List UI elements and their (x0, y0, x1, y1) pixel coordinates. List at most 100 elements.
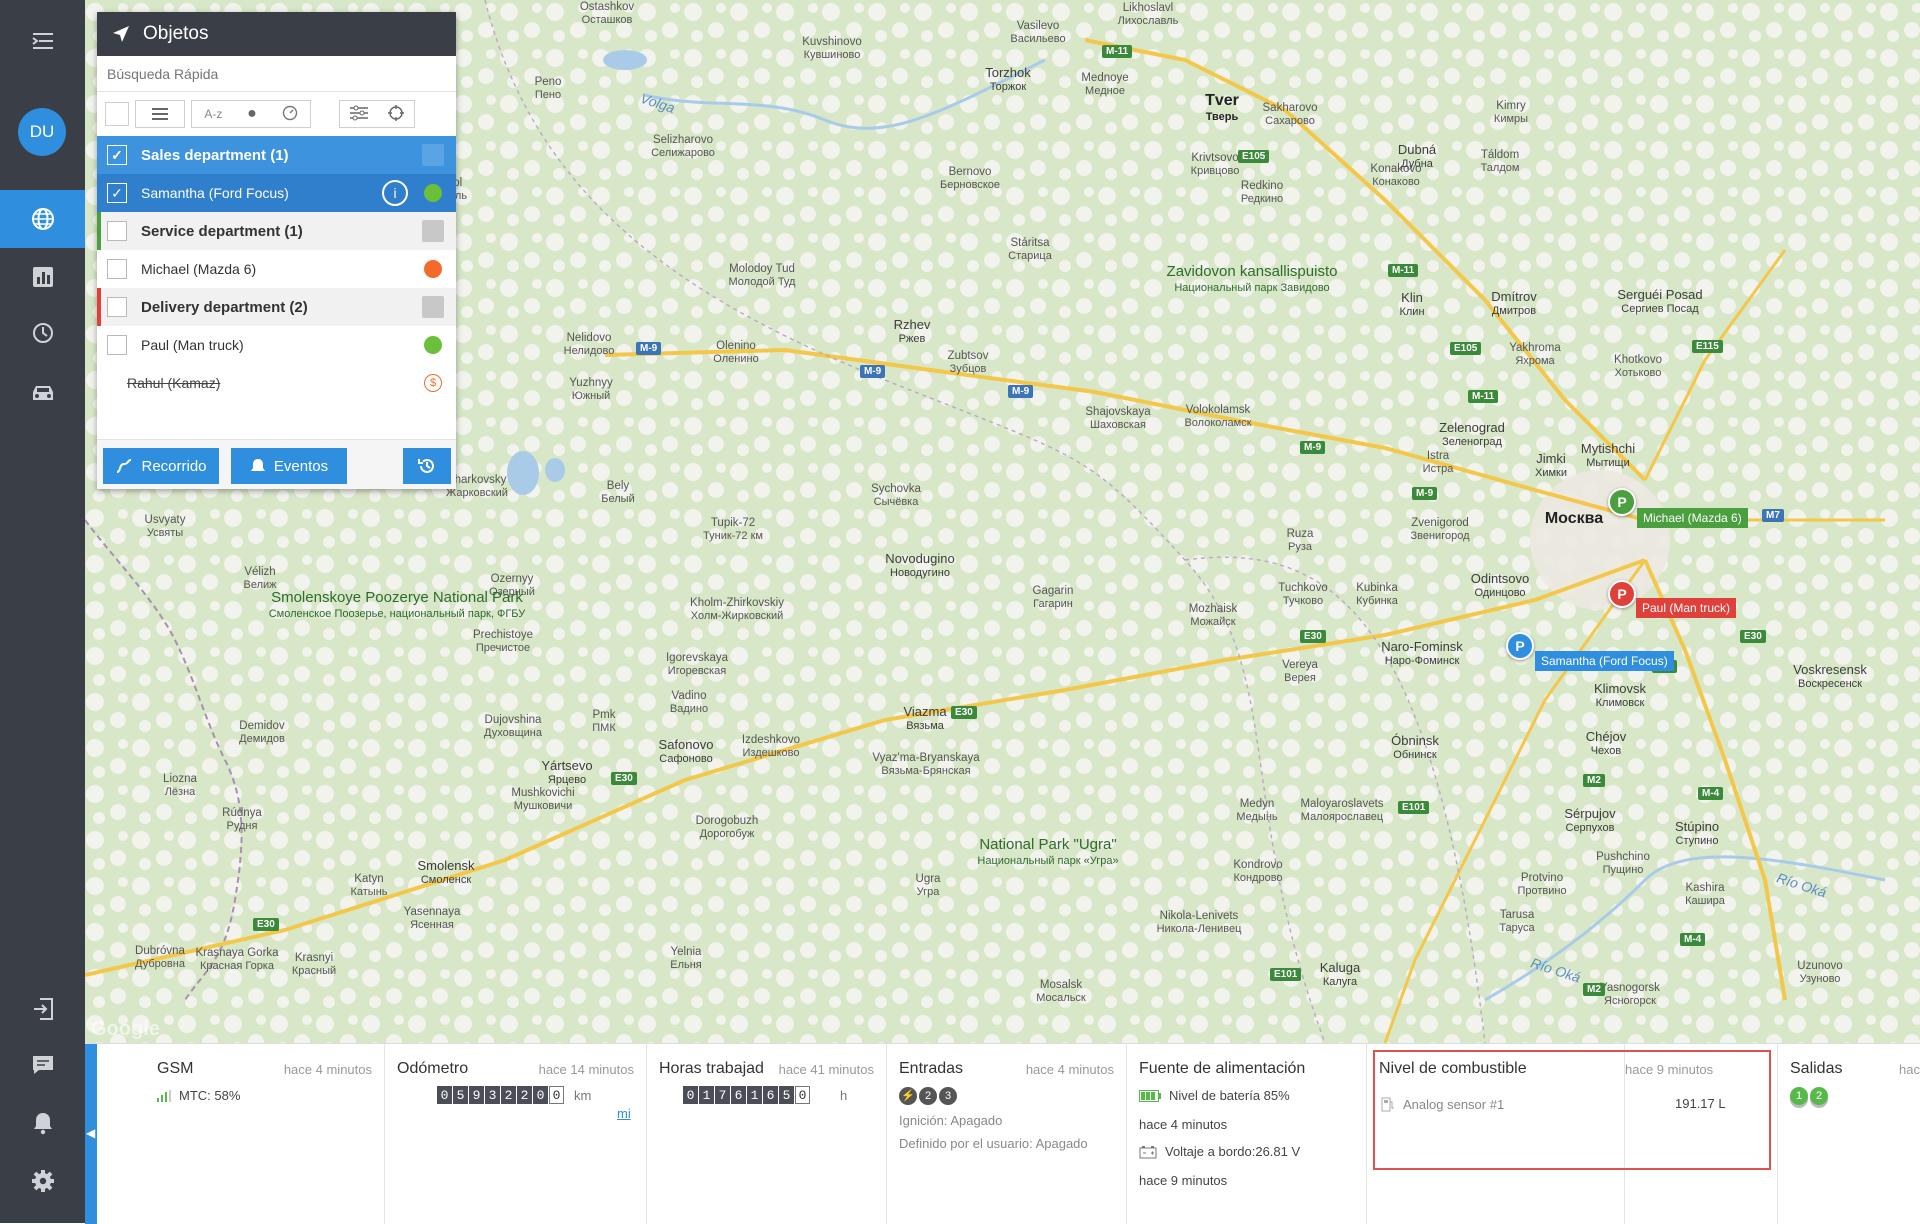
avatar[interactable]: DU (18, 108, 66, 156)
vehicle-pin[interactable]: P (1506, 632, 1534, 660)
map-city-label: Likhoslavl Лихославль (1117, 2, 1179, 27)
odometer-unit-toggle[interactable]: mi (617, 1106, 634, 1121)
object-checkbox[interactable] (107, 335, 127, 355)
map-city-label: Vadino Вадино (669, 690, 709, 715)
object-row-paul[interactable]: Paul (Man truck) (97, 326, 456, 364)
map-city-label: Yuzhnyy Южный (569, 377, 613, 402)
map-city-label: Mozhaisk Можайск (1188, 603, 1238, 628)
voltage-time: hace 9 minutos (1139, 1173, 1228, 1188)
vehicle-pin-label[interactable]: Paul (Man truck) (1636, 598, 1737, 618)
map-city-label: Vasilevo Васильево (1010, 20, 1066, 45)
menu-toggle-icon[interactable] (0, 12, 85, 70)
list-view-icon[interactable] (135, 100, 185, 128)
objects-toolbar: A-z ● (97, 92, 456, 136)
group-checkbox-delivery[interactable] (107, 297, 127, 317)
map-city-label: Safonovo Сафоново (658, 737, 714, 766)
hours-unit: h (840, 1087, 848, 1103)
object-checkbox[interactable]: ✓ (107, 183, 127, 203)
reports-chart-icon[interactable] (0, 248, 85, 306)
vehicles-car-icon[interactable] (0, 364, 85, 422)
map-city-label: Zavidovon kansallispuisto Национальный па… (1166, 263, 1338, 295)
inputs-widget[interactable]: Entradas hace 4 minutos ⚡ 2 3 Ignición: Ap… (887, 1044, 1127, 1224)
map-city-label: Viazma Вязьма (903, 704, 947, 733)
crosshair-icon[interactable] (388, 104, 404, 124)
map-city-label: Molodoy Tud Молодой Туд (728, 263, 796, 288)
vehicle-pin-label[interactable]: Samantha (Ford Focus) (1535, 651, 1674, 671)
group-label: Sales department (1) (141, 146, 289, 164)
map-city-label: Mosalsk Мосальск (1036, 979, 1086, 1004)
map-city-label: Vyaz'ma-Bryanskaya Вязьма-Брянская (872, 752, 980, 777)
object-row-michael[interactable]: Michael (Mazda 6) (97, 250, 456, 288)
counter-digit: 0 (437, 1086, 452, 1104)
collapse-telemetry-button[interactable]: ◀ (85, 1044, 97, 1224)
power-source-widget[interactable]: Fuente de alimentación Nivel de batería … (1127, 1044, 1367, 1224)
fuel-sensor-row: Analog sensor #1 (1381, 1096, 1504, 1112)
group-row-service[interactable]: Service department (1) (97, 212, 456, 250)
vehicle-pin[interactable]: P (1608, 488, 1636, 516)
user-defined-status: Definido por el usuario: Apagado (899, 1136, 1088, 1151)
group-row-delivery[interactable]: Delivery department (2) (97, 288, 456, 326)
output-1-toggle[interactable]: 1 (1790, 1087, 1808, 1105)
map-city-label: Sérpujov Серпухов (1564, 806, 1616, 835)
map-city-label: Stáritsa Старица (1008, 237, 1052, 262)
sort-alpha-button[interactable]: A-z (204, 107, 222, 121)
settings-gear-icon[interactable] (0, 1152, 85, 1210)
object-checkbox[interactable] (107, 259, 127, 279)
info-icon[interactable]: i (382, 180, 408, 206)
map-city-label: Peno Пено (534, 76, 562, 101)
outputs-widget[interactable]: Salidas hac 12 (1777, 1044, 1920, 1224)
gsm-widget[interactable]: GSM hace 4 minutos MTC: 58% (145, 1044, 385, 1224)
vehicle-pin[interactable]: P (1608, 580, 1636, 608)
map-city-label: Naro-Fominsk Наро-Фоминск (1381, 639, 1463, 668)
logout-icon[interactable] (0, 980, 85, 1038)
counter-digit: 0 (533, 1086, 548, 1104)
track-button[interactable]: Recorrido (103, 448, 219, 484)
sort-status-icon[interactable]: ● (247, 105, 257, 123)
map-city-label: Katyn Катынь (350, 873, 388, 898)
group-checkbox-service[interactable] (107, 221, 127, 241)
status-dot (424, 336, 442, 354)
monitoring-globe-icon[interactable] (0, 190, 85, 248)
history-clock-icon[interactable] (0, 304, 85, 362)
object-row-samantha[interactable]: ✓ Samantha (Ford Focus) i (97, 174, 456, 212)
object-label: Samantha (Ford Focus) (141, 185, 289, 201)
vehicle-pin-label[interactable]: Michael (Mazda 6) (1637, 508, 1748, 528)
battery-icon (1139, 1089, 1161, 1102)
road-shield: E101 (1398, 801, 1430, 814)
sort-speed-icon[interactable] (282, 105, 298, 124)
history-button[interactable] (403, 448, 451, 484)
group-checkbox-sales[interactable]: ✓ (107, 145, 127, 165)
map-city-label: Shajovskaya Шаховская (1085, 406, 1151, 431)
map-city-label: Klin Клин (1399, 290, 1425, 319)
map-city-label: Demidov Демидов (239, 720, 285, 745)
map-city-label: Yelnia Ельня (670, 946, 702, 971)
collapse-icon[interactable] (422, 144, 444, 166)
battery-time: hace 4 minutos (1139, 1117, 1228, 1132)
map-city-label: Ostashkov Осташков (579, 1, 635, 26)
map-city-label: Mushkovichi Мушковичи (511, 787, 575, 812)
quick-search-input[interactable] (105, 64, 448, 83)
road-shield: M-9 (860, 365, 886, 378)
collapse-icon[interactable] (422, 220, 444, 242)
chat-icon[interactable] (0, 1036, 85, 1094)
map-city-label: Táldom Талдом (1480, 149, 1520, 174)
map-city-label: Gagarin Гагарин (1032, 585, 1074, 610)
road-shield: E105 (1238, 150, 1270, 163)
input-3-icon: 3 (939, 1087, 957, 1105)
odometer-widget[interactable]: Odómetro hace 14 minutos 05932200 km mi (385, 1044, 647, 1224)
gsm-value: MTC: 58% (179, 1088, 241, 1103)
map-city-label: Ugra Угра (915, 873, 941, 898)
notifications-bell-icon[interactable] (0, 1094, 85, 1152)
fuel-content: Nivel de combustible (1367, 1044, 1625, 1224)
engine-hours-widget[interactable]: Horas trabajad hace 41 minutos 01761650 … (647, 1044, 887, 1224)
collapse-icon[interactable] (422, 296, 444, 318)
select-all-checkbox[interactable] (105, 102, 129, 126)
object-row-rahul[interactable]: Rahul (Kamaz) $ (97, 364, 456, 402)
group-row-sales[interactable]: ✓ Sales department (1) (97, 136, 456, 174)
map-city-label: Krasnyi Красный (291, 952, 337, 977)
output-2-toggle[interactable]: 2 (1810, 1087, 1828, 1105)
battery-level: Nivel de batería 85% (1169, 1088, 1290, 1103)
road-shield: M-11 (1388, 264, 1419, 277)
filter-settings-icon[interactable] (350, 105, 368, 124)
events-button[interactable]: Eventos (231, 448, 347, 484)
